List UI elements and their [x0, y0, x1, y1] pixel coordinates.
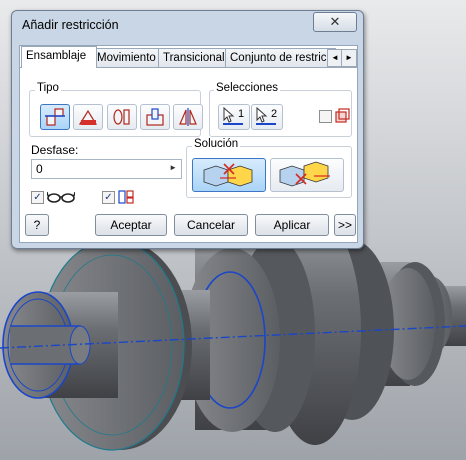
tangent-icon — [113, 109, 130, 125]
tab-assembly[interactable]: Ensamblaje — [21, 46, 97, 68]
selection-2-label: 2 — [271, 108, 278, 120]
ok-button[interactable]: Aceptar — [95, 214, 167, 236]
tab-transitional[interactable]: Transicional — [158, 48, 230, 67]
selection-2-button[interactable]: 2 — [251, 104, 283, 130]
show-preview-checkbox[interactable]: ✓ — [31, 191, 44, 204]
symmetry-icon — [179, 108, 197, 126]
solution-flush-button[interactable] — [270, 158, 344, 192]
tab-label: Movimiento — [97, 52, 156, 64]
tab-label: Ensamblaje — [26, 50, 87, 62]
ok-label: Aceptar — [110, 218, 152, 232]
dialog-body: Ensamblaje Movimiento Transicional Conju… — [19, 45, 358, 243]
insert-button[interactable] — [140, 104, 170, 130]
cancel-button[interactable]: Cancelar — [174, 214, 248, 236]
tangent-button[interactable] — [107, 104, 137, 130]
close-icon: ✕ — [329, 14, 341, 29]
selection-1-button[interactable]: 1 — [218, 104, 250, 130]
close-button[interactable]: ✕ — [313, 12, 357, 32]
flush-solution-icon — [279, 161, 330, 187]
chevron-left-icon: ◄ — [331, 53, 339, 62]
solution-group-label: Solución — [192, 138, 241, 150]
predict-offset-icon — [118, 190, 134, 204]
tab-label: Conjunto de restricciones — [230, 52, 335, 64]
predict-offset-checkbox[interactable]: ✓ — [102, 191, 115, 204]
mate-icon — [45, 108, 65, 126]
pick-part-first-icon — [335, 108, 350, 123]
add-constraint-dialog: Añadir restricción ✕ Ensamblaje Movimien… — [11, 10, 364, 249]
mate-solution-icon — [203, 163, 253, 187]
dialog-title: Añadir restricción — [22, 18, 119, 32]
tab-constraint-set[interactable]: Conjunto de restricciones — [225, 48, 336, 67]
offset-input[interactable]: 0 ► — [31, 159, 182, 179]
solution-mate-button[interactable] — [192, 158, 266, 192]
offset-label: Desfase: — [31, 143, 79, 157]
insert-icon — [146, 108, 164, 126]
cancel-label: Cancelar — [186, 218, 236, 232]
glasses-icon — [47, 191, 75, 203]
tab-label: Transicional — [163, 52, 225, 64]
help-button[interactable]: ? — [25, 214, 49, 236]
angle-button[interactable] — [73, 104, 103, 130]
dialog-titlebar[interactable]: Añadir restricción ✕ — [12, 11, 363, 41]
offset-dropdown-arrow-icon[interactable]: ► — [169, 163, 177, 172]
mate-button[interactable] — [40, 104, 70, 130]
selection-1-label: 1 — [238, 108, 245, 120]
help-icon: ? — [33, 218, 41, 232]
offset-value: 0 — [36, 162, 43, 176]
selections-group-label: Selecciones — [214, 82, 281, 94]
angle-icon — [78, 109, 98, 125]
chevron-right-icon: ► — [345, 53, 353, 62]
more-options-button[interactable]: >> — [334, 214, 356, 236]
more-label: >> — [337, 218, 352, 232]
symmetry-button[interactable] — [173, 104, 203, 130]
type-group-label: Tipo — [35, 82, 61, 94]
tab-scroll-right-button[interactable]: ► — [341, 49, 357, 67]
apply-label: Aplicar — [273, 218, 311, 232]
tab-motion[interactable]: Movimiento — [92, 48, 164, 67]
first-selection-checkbox[interactable] — [319, 110, 332, 123]
apply-button[interactable]: Aplicar — [255, 214, 329, 236]
